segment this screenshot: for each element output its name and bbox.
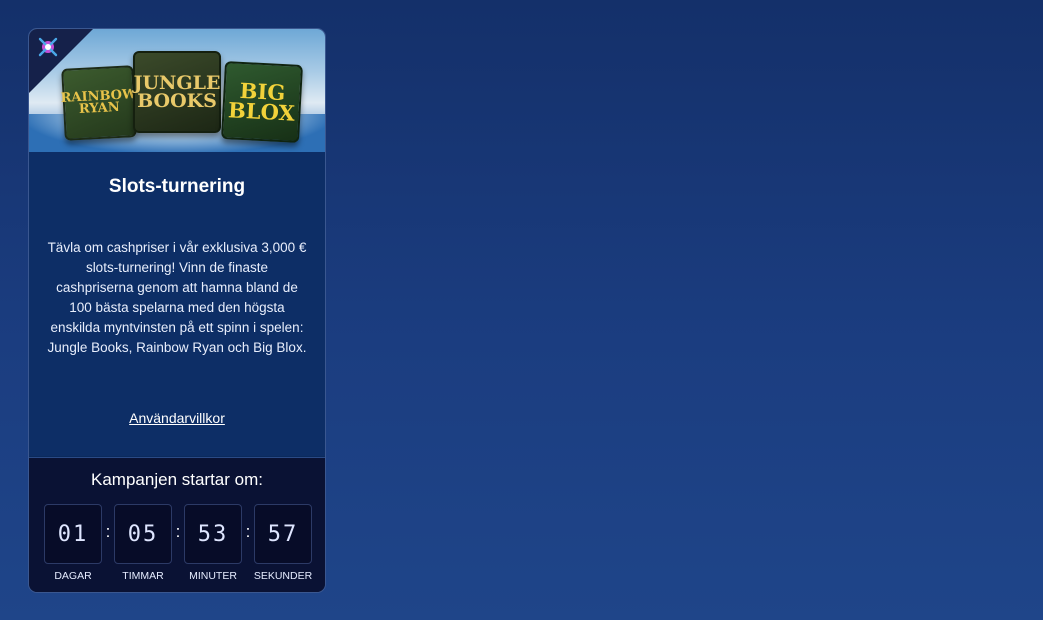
countdown-hours-label: TIMMAR [122, 570, 164, 582]
game-thumb-rainbow-ryan[interactable]: RAINBOW RYAN [60, 65, 137, 141]
countdown-heading: Kampanjen startar om: [91, 470, 263, 489]
countdown-days: 01 DAGAR [43, 504, 103, 582]
countdown-separator: : [175, 522, 181, 541]
brand-logo-icon [38, 37, 58, 57]
promo-banner: RAINBOW RYAN JUNGLE BOOKS BIG BLOX [29, 29, 325, 152]
countdown-seconds: 57 SEKUNDER [253, 504, 313, 582]
terms-link[interactable]: Användarvillkor [29, 410, 325, 426]
countdown-days-label: DAGAR [54, 570, 92, 582]
countdown-separator: : [245, 522, 251, 541]
countdown-panel: Kampanjen startar om: 01 DAGAR : 05 TIMM… [29, 457, 325, 592]
promo-card: RAINBOW RYAN JUNGLE BOOKS BIG BLOX Slots… [28, 28, 326, 593]
promo-title: Slots-turnering [108, 176, 246, 197]
countdown-seconds-label: SEKUNDER [253, 570, 313, 582]
promo-body: Slots-turnering Tävla om cashpriser i vå… [29, 152, 325, 456]
countdown-separator: : [105, 522, 111, 541]
game-title: RAINBOW RYAN [60, 86, 137, 118]
countdown-minutes-value: 53 [184, 504, 242, 564]
countdown-minutes: 53 MINUTER [183, 504, 243, 582]
countdown-hours: 05 TIMMAR [113, 504, 173, 582]
countdown-minutes-label: MINUTER [189, 570, 237, 582]
game-title: BIG BLOX [227, 77, 296, 126]
countdown-timer: 01 DAGAR : 05 TIMMAR : 53 MINUTER : 57 S… [43, 504, 313, 582]
countdown-hours-value: 05 [114, 504, 172, 564]
countdown-days-value: 01 [44, 504, 102, 564]
promo-description: Tävla om cashpriser i vår exklusiva 3,00… [47, 240, 307, 355]
game-thumb-big-blox[interactable]: BIG BLOX [221, 61, 303, 143]
game-title: JUNGLE BOOKS [133, 71, 221, 112]
countdown-seconds-value: 57 [254, 504, 312, 564]
game-thumb-jungle-books[interactable]: JUNGLE BOOKS [133, 51, 221, 133]
